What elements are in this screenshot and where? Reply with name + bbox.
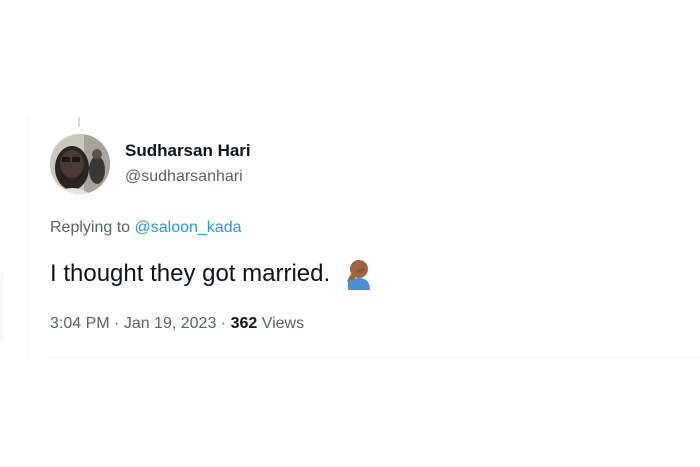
avatar-photo-icon	[50, 134, 110, 194]
replying-to-label: Replying to	[50, 219, 131, 236]
divider	[50, 357, 700, 358]
author-display-name[interactable]: Sudharsan Hari	[125, 141, 251, 161]
avatar[interactable]	[50, 134, 110, 194]
face-palm-icon	[347, 260, 371, 290]
replying-to: Replying to @saloon_kada	[50, 219, 241, 237]
views-label: Views	[261, 315, 305, 332]
views-count: 362	[230, 315, 258, 332]
thread-connector-line	[78, 117, 80, 127]
meta-separator: ·	[109, 315, 124, 332]
meta-separator: ·	[216, 315, 231, 332]
tweet-time[interactable]: 3:04 PM	[50, 315, 110, 332]
scroll-shadow	[0, 272, 4, 342]
tweet-meta: 3:04 PM · Jan 19, 2023 · 362 Views	[50, 315, 304, 333]
author-handle[interactable]: @sudharsanhari	[125, 168, 243, 186]
tweet-text: I thought they got married.	[50, 258, 374, 290]
column-border	[28, 116, 29, 359]
replying-to-mention-link[interactable]: @saloon_kada	[135, 219, 242, 236]
tweet-body: I thought they got married.	[50, 260, 331, 287]
tweet-date[interactable]: Jan 19, 2023	[124, 315, 217, 332]
